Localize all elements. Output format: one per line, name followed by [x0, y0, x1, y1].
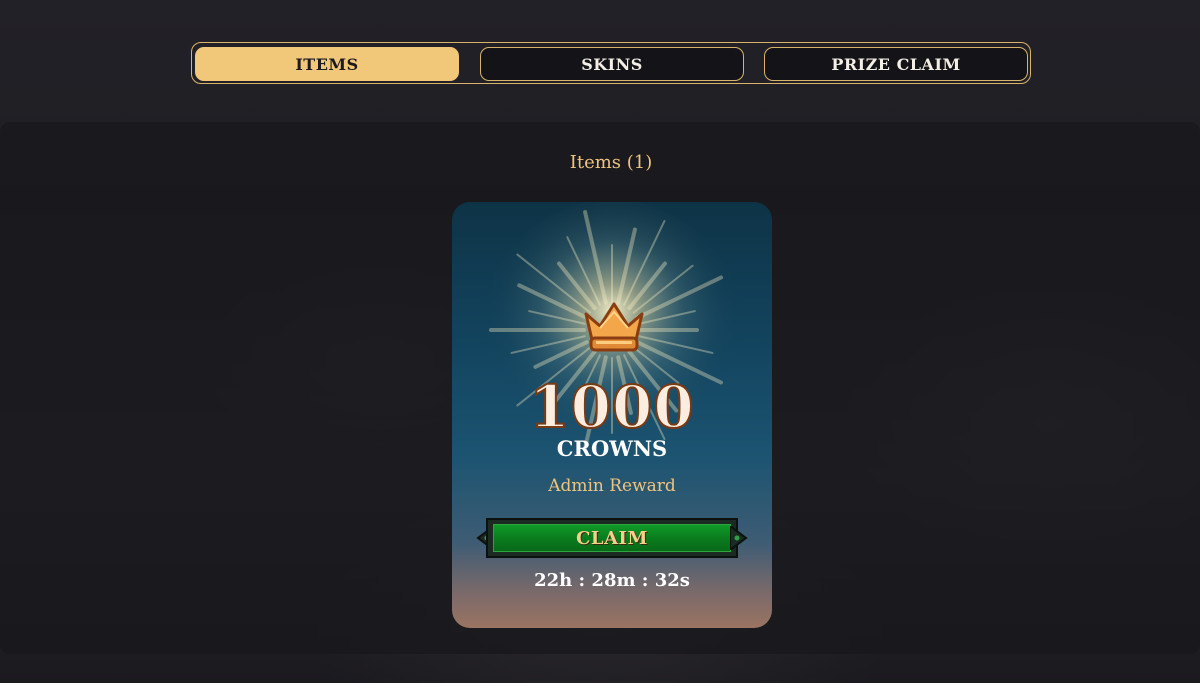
- tab-prize-claim[interactable]: PRIZE CLAIM: [764, 47, 1028, 81]
- reward-card: 1000 CROWNS Admin Reward CLAIM 22h : 28m…: [452, 202, 772, 628]
- tab-skins[interactable]: SKINS: [480, 47, 744, 81]
- claim-right-cap: [730, 526, 748, 550]
- tab-items[interactable]: ITEMS: [195, 47, 459, 81]
- reward-currency: CROWNS: [556, 436, 668, 461]
- claim-timer: 22h : 28m : 32s: [534, 570, 690, 591]
- claim-button-frame: CLAIM: [476, 512, 748, 564]
- section-title: Items (1): [569, 152, 653, 173]
- crown-icon: [584, 302, 644, 352]
- claim-button-label: CLAIM: [576, 527, 648, 549]
- tab-bar: ITEMS SKINS PRIZE CLAIM: [191, 42, 1031, 84]
- reward-amount: 1000: [528, 372, 695, 442]
- reward-source: Admin Reward: [548, 476, 676, 496]
- claim-button[interactable]: CLAIM: [486, 518, 738, 558]
